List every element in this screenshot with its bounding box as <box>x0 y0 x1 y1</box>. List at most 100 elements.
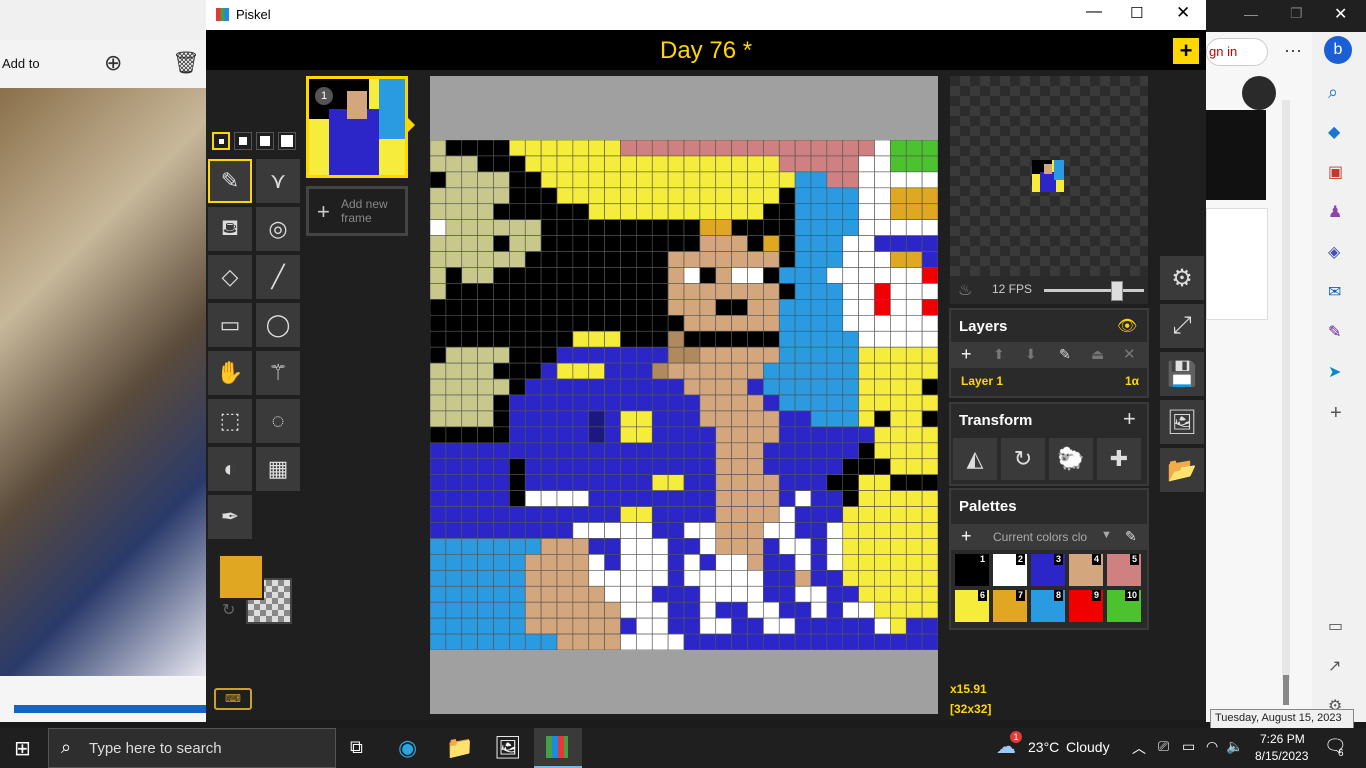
pixel[interactable] <box>842 538 859 555</box>
pixel[interactable] <box>636 346 653 364</box>
pixel[interactable] <box>651 299 669 316</box>
pixel[interactable] <box>509 394 526 412</box>
pixel[interactable] <box>699 330 717 348</box>
pixel[interactable] <box>810 378 828 396</box>
pixel[interactable] <box>715 442 732 460</box>
pixel[interactable] <box>524 171 542 189</box>
zoom-in-icon[interactable]: ⊕ <box>104 50 122 76</box>
pixel[interactable] <box>477 585 494 603</box>
pixel[interactable] <box>540 171 558 189</box>
pixel[interactable] <box>810 410 828 428</box>
pixel[interactable] <box>778 554 796 571</box>
pixel[interactable] <box>509 490 526 507</box>
pixel[interactable] <box>794 538 812 555</box>
pixel[interactable] <box>620 299 637 316</box>
pixel[interactable] <box>667 490 685 507</box>
pixel[interactable] <box>747 617 764 635</box>
pixel[interactable] <box>493 251 510 268</box>
pixel[interactable] <box>493 569 510 587</box>
pixel[interactable] <box>430 554 447 571</box>
pixel[interactable] <box>604 442 621 460</box>
pixel[interactable] <box>683 283 701 300</box>
pixel[interactable] <box>509 617 526 635</box>
pixel[interactable] <box>826 410 844 428</box>
pixel[interactable] <box>794 140 812 157</box>
piskel-taskbar-button[interactable] <box>534 728 582 768</box>
pixel[interactable] <box>430 314 447 332</box>
pixel[interactable] <box>540 458 558 476</box>
pixel[interactable] <box>778 474 796 491</box>
pixel[interactable] <box>794 394 812 412</box>
pixel[interactable] <box>445 569 463 587</box>
pixel[interactable] <box>461 394 478 412</box>
pixel[interactable] <box>874 330 891 348</box>
pixel[interactable] <box>715 140 732 157</box>
pixel[interactable] <box>778 267 796 284</box>
pixel[interactable] <box>763 283 780 300</box>
pixel[interactable] <box>620 506 637 523</box>
pixel[interactable] <box>461 140 478 157</box>
add-palette-icon[interactable]: + <box>961 526 972 547</box>
task-view-icon[interactable]: ⧉ <box>350 737 363 758</box>
pixel[interactable] <box>572 410 590 428</box>
pixel[interactable] <box>842 187 859 205</box>
pixel[interactable] <box>890 569 907 587</box>
pixel[interactable] <box>826 283 844 300</box>
pixel[interactable] <box>794 346 812 364</box>
pixel[interactable] <box>715 251 732 268</box>
pixel[interactable] <box>890 330 907 348</box>
pixel[interactable] <box>604 203 621 221</box>
pixel[interactable] <box>461 522 478 539</box>
pixel[interactable] <box>874 474 891 491</box>
pixel[interactable] <box>905 410 923 428</box>
pixel[interactable] <box>905 394 923 412</box>
pixel[interactable] <box>763 426 780 444</box>
pixel[interactable] <box>778 283 796 300</box>
pixel[interactable] <box>445 235 463 252</box>
pixel[interactable] <box>461 506 478 523</box>
pixel[interactable] <box>699 283 717 300</box>
pixel[interactable] <box>842 633 859 650</box>
pixel[interactable] <box>794 219 812 236</box>
pixel[interactable] <box>778 617 796 635</box>
pixel[interactable] <box>509 522 526 539</box>
pixel[interactable] <box>667 617 685 635</box>
pixel[interactable] <box>524 506 542 523</box>
designer-icon[interactable]: ✎ <box>1328 322 1341 342</box>
pixel[interactable] <box>905 140 923 157</box>
pixel[interactable] <box>842 251 859 268</box>
pixel[interactable] <box>715 394 732 412</box>
pixel[interactable] <box>810 585 828 603</box>
pixel[interactable] <box>890 235 907 252</box>
pixel[interactable] <box>604 569 621 587</box>
minimize-icon[interactable]: — <box>1086 3 1102 21</box>
pixel[interactable] <box>826 203 844 221</box>
pixel[interactable] <box>921 442 938 460</box>
pixel[interactable] <box>524 251 542 268</box>
settings-button[interactable]: ⚙ <box>1160 256 1204 300</box>
pixel[interactable] <box>858 219 875 236</box>
pixel[interactable] <box>493 171 510 189</box>
pixel[interactable] <box>826 633 844 650</box>
pixel[interactable] <box>445 633 463 650</box>
pixel[interactable] <box>445 410 463 428</box>
toolbox-icon[interactable]: ▣ <box>1328 162 1343 182</box>
pixel[interactable] <box>763 458 780 476</box>
pixel[interactable] <box>778 362 796 380</box>
pixel[interactable] <box>778 506 796 523</box>
pixel[interactable] <box>572 251 590 268</box>
pixel[interactable] <box>921 155 938 173</box>
pixel[interactable] <box>826 426 844 444</box>
pixel[interactable] <box>826 155 844 173</box>
temperature[interactable]: 23°C <box>1028 739 1059 755</box>
pixel[interactable] <box>890 299 907 316</box>
pixel[interactable] <box>826 394 844 412</box>
pixel[interactable] <box>445 283 463 300</box>
pixel[interactable] <box>715 458 732 476</box>
pixel[interactable] <box>509 283 526 300</box>
pixel[interactable] <box>445 251 463 268</box>
pixel[interactable] <box>430 569 447 587</box>
pixel[interactable] <box>651 330 669 348</box>
pixel[interactable] <box>445 458 463 476</box>
pixel[interactable] <box>572 171 590 189</box>
